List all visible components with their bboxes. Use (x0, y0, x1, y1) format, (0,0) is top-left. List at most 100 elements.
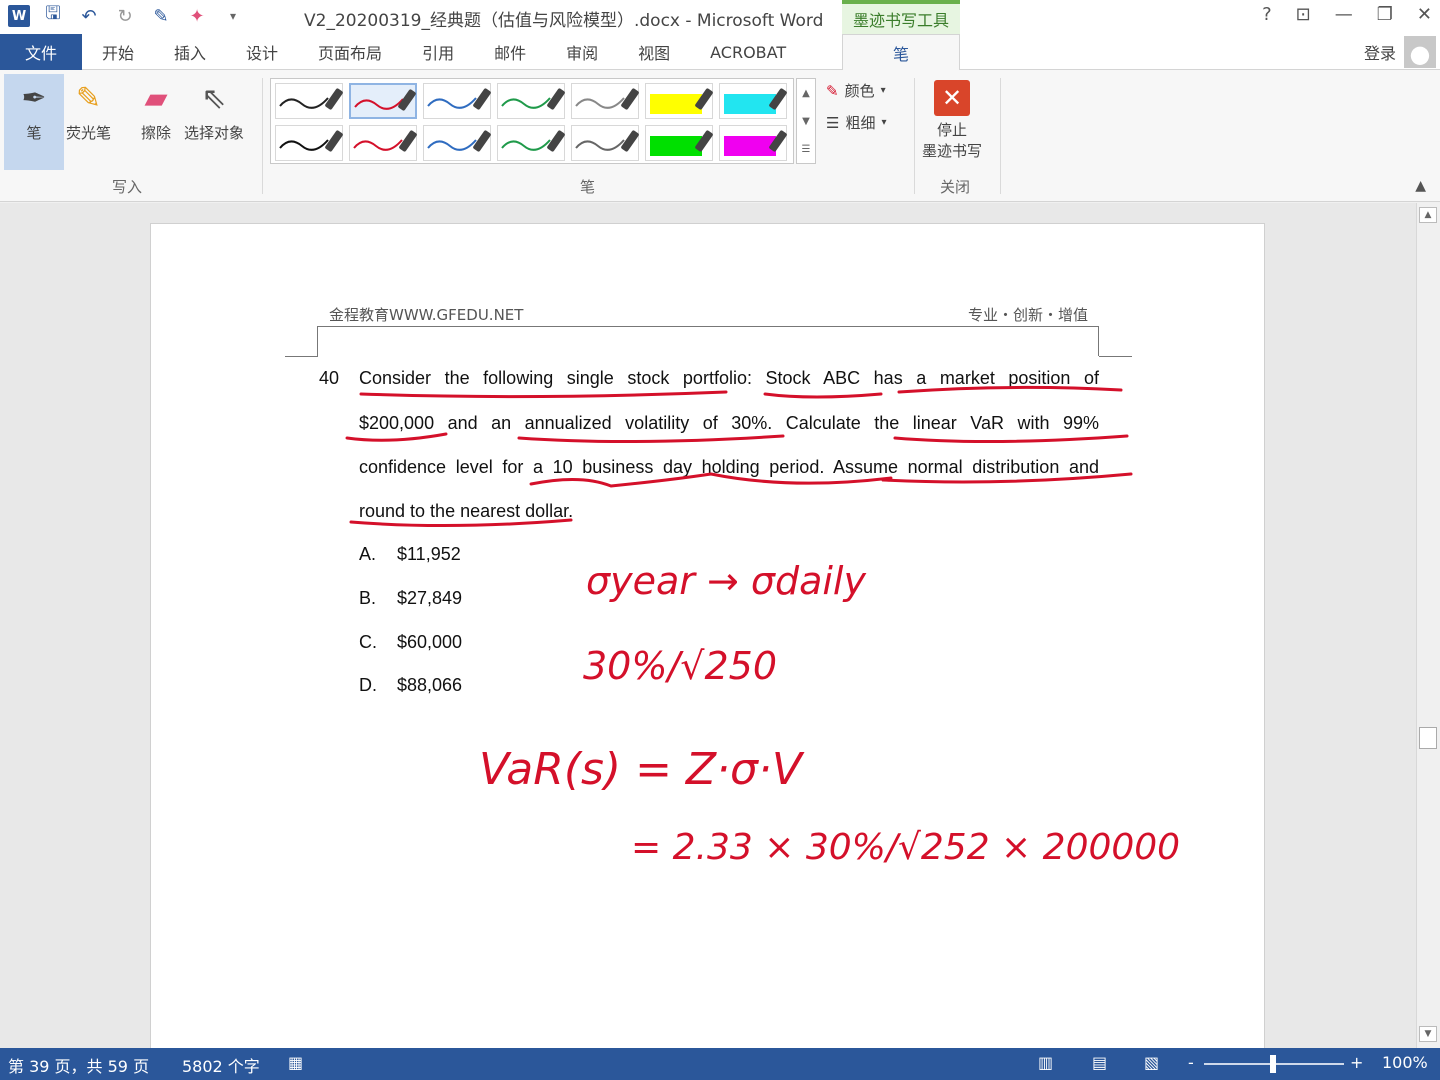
cursor-arrow-icon: ⇖ (201, 80, 227, 116)
ribbon: ✒ 笔 ✎ 荧光笔 ▰ 擦除 ⇖ 选择对象 写入 ▲ ▼ ☰ ✎ 颜色 ▾ ☰ … (0, 70, 1440, 202)
pen-style-swatch[interactable] (571, 125, 640, 161)
undo-icon[interactable]: ↶ (76, 4, 102, 28)
stop-x-icon: ✕ (934, 80, 970, 116)
tab-layout[interactable]: 页面布局 (298, 34, 402, 70)
tab-home[interactable]: 开始 (82, 34, 154, 70)
select-objects-button[interactable]: ⇖ 选择对象 (184, 74, 244, 143)
document-page[interactable]: 金程教育WWW.GFEDU.NET 专业・创新・增值 40 Consider t… (150, 223, 1265, 1048)
pen-icon: ✒ (21, 80, 47, 116)
tab-view[interactable]: 视图 (618, 34, 690, 70)
maximize-icon[interactable]: ❐ (1377, 4, 1393, 25)
header-rule-right (1099, 356, 1132, 357)
tab-list: 开始 插入 设计 页面布局 引用 邮件 审阅 视图 ACROBAT 笔 (82, 34, 960, 70)
dropdown-arrow-icon: ▾ (881, 117, 887, 128)
ink-pen-icon[interactable]: ✎ (148, 4, 174, 28)
zoom-out-button[interactable]: - (1188, 1053, 1194, 1072)
pen-style-swatch[interactable] (719, 83, 788, 119)
page-count[interactable]: 第 39 页，共 59 页 (8, 1053, 149, 1077)
pen-style-swatch[interactable] (645, 83, 714, 119)
zoom-in-button[interactable]: + (1350, 1053, 1363, 1072)
scroll-up-icon[interactable]: ▲ (1419, 207, 1437, 223)
group-label-close: 关闭 (940, 178, 971, 196)
answer-option-d: D. $88,066 (359, 675, 463, 695)
tab-acrobat[interactable]: ACROBAT (690, 34, 806, 70)
highlighter-icon: ✎ (75, 80, 102, 116)
help-button[interactable]: ? (1262, 4, 1272, 25)
pen-style-swatch[interactable] (497, 83, 566, 119)
pen-style-swatch[interactable] (275, 83, 344, 119)
zoom-slider-thumb[interactable] (1270, 1055, 1276, 1073)
pen-style-swatch[interactable] (719, 125, 788, 161)
zoom-level[interactable]: 100% (1382, 1053, 1428, 1072)
tab-file[interactable]: 文件 (0, 34, 82, 70)
ribbon-display-icon[interactable]: ⊡ (1296, 4, 1311, 25)
ink-eraser-icon[interactable]: ✦ (184, 4, 210, 28)
title-bar: W 🖫 ↶ ↻ ✎ ✦ ▾ V2_20200319_经典题（估值与风险模型）.d… (0, 0, 1440, 34)
question-line: $200,000 and an annualized volatility of… (359, 413, 1099, 433)
minimize-icon[interactable]: — (1335, 4, 1353, 25)
ribbon-tabs: 文件 开始 插入 设计 页面布局 引用 邮件 审阅 视图 ACROBAT 笔 登… (0, 34, 1440, 70)
pen-style-swatch[interactable] (645, 125, 714, 161)
thickness-button[interactable]: ☰ 粗细 ▾ (826, 112, 887, 133)
pen-stroke-line (353, 139, 403, 151)
eraser-button[interactable]: ▰ 擦除 (134, 74, 178, 143)
tab-design[interactable]: 设计 (226, 34, 298, 70)
answer-option-a: A. $11,952 (359, 544, 461, 564)
save-icon[interactable]: 🖫 (40, 3, 66, 28)
collapse-ribbon-icon[interactable]: ▲ (1415, 178, 1426, 194)
page-header-left: 金程教育WWW.GFEDU.NET (329, 306, 524, 324)
header-rule-left (285, 356, 318, 357)
group-separator (1000, 78, 1001, 194)
vertical-scrollbar[interactable]: ▲ ▼ (1416, 203, 1440, 1048)
gallery-up-icon[interactable]: ▲ (802, 88, 810, 99)
read-mode-icon[interactable]: ▥ (1038, 1053, 1053, 1072)
pen-button[interactable]: ✒ 笔 (4, 74, 64, 170)
login-link[interactable]: 登录 (1364, 40, 1396, 64)
eraser-icon: ▰ (144, 80, 168, 116)
tab-mailings[interactable]: 邮件 (474, 34, 546, 70)
color-palette-icon: ✎ (826, 81, 839, 100)
pen-style-swatch[interactable] (571, 83, 640, 119)
tab-pen[interactable]: 笔 (842, 34, 960, 70)
tab-insert[interactable]: 插入 (154, 34, 226, 70)
pen-style-swatch[interactable] (423, 83, 492, 119)
web-layout-icon[interactable]: ▧ (1144, 1053, 1159, 1072)
pen-style-swatch[interactable] (423, 125, 492, 161)
contextual-tab-ink-tools: 墨迹书写工具 (842, 0, 960, 34)
pen-style-swatch[interactable] (275, 125, 344, 161)
pen-style-swatch[interactable] (349, 125, 418, 161)
tab-review[interactable]: 审阅 (546, 34, 618, 70)
color-button[interactable]: ✎ 颜色 ▾ (826, 80, 886, 101)
question-line: Consider the following single stock port… (359, 368, 1099, 388)
close-icon[interactable]: ✕ (1417, 4, 1432, 25)
ink-underline (345, 432, 448, 442)
header-rule (317, 326, 1099, 356)
ink-note: 30%/√250 (583, 644, 777, 688)
scroll-thumb[interactable] (1419, 727, 1437, 749)
pen-style-swatch[interactable] (497, 125, 566, 161)
question-line: confidence level for a 10 business day h… (359, 457, 1099, 477)
print-layout-icon[interactable]: ▤ (1092, 1053, 1107, 1072)
gallery-scroll[interactable]: ▲ ▼ ☰ (796, 78, 816, 164)
redo-icon[interactable]: ↻ (112, 4, 138, 28)
gallery-down-icon[interactable]: ▼ (802, 116, 810, 127)
customize-qat-icon[interactable]: ▾ (220, 4, 246, 28)
word-count[interactable]: 5802 个字 (182, 1053, 260, 1077)
tab-references[interactable]: 引用 (402, 34, 474, 70)
group-separator (262, 78, 263, 194)
pen-stroke-line (427, 139, 477, 151)
highlighter-button[interactable]: ✎ 荧光笔 (66, 74, 111, 143)
pen-stroke-line (501, 97, 551, 109)
quick-access-toolbar: W 🖫 ↶ ↻ ✎ ✦ ▾ (8, 3, 246, 28)
status-bar: 第 39 页，共 59 页 5802 个字 ▦ ▥ ▤ ▧ - + 100% (0, 1048, 1440, 1080)
gallery-more-icon[interactable]: ☰ (802, 144, 811, 155)
proofing-icon[interactable]: ▦ (288, 1053, 303, 1072)
group-label-write: 写入 (112, 178, 143, 196)
stop-inking-button[interactable]: ✕ 停止 墨迹书写 (922, 80, 982, 162)
scroll-down-icon[interactable]: ▼ (1419, 1026, 1437, 1042)
thickness-icon: ☰ (826, 113, 840, 132)
document-area[interactable]: 金程教育WWW.GFEDU.NET 专业・创新・增值 40 Consider t… (0, 203, 1416, 1048)
pen-style-swatch[interactable] (349, 83, 417, 119)
word-logo-icon[interactable]: W (8, 5, 30, 27)
avatar[interactable]: ● (1404, 36, 1436, 68)
